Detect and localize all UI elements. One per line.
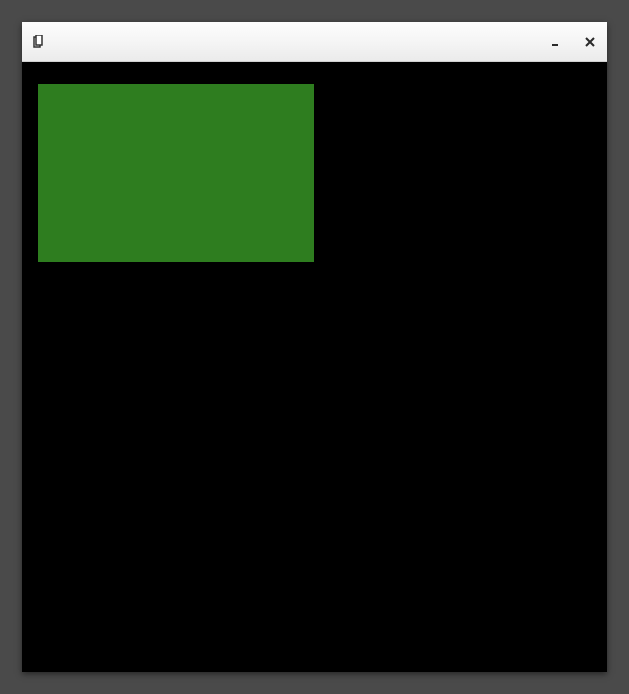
- minimize-button[interactable]: [549, 35, 563, 49]
- app-icon: [32, 35, 44, 49]
- close-button[interactable]: [583, 35, 597, 49]
- titlebar-controls: [549, 35, 597, 49]
- green-rectangle: [38, 84, 314, 262]
- titlebar-left: [32, 35, 50, 49]
- application-window: [22, 22, 607, 672]
- titlebar[interactable]: [22, 22, 607, 62]
- canvas-area: [22, 62, 607, 672]
